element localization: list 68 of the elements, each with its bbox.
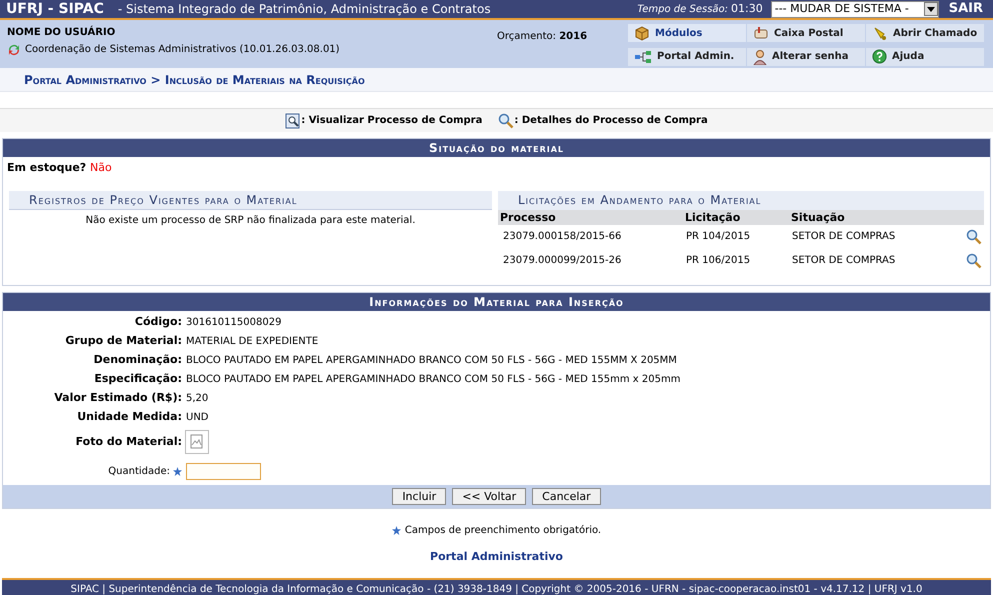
shortcut-button[interactable]: Módulos [628, 24, 746, 42]
user-name: NOME DO USUÁRIO [7, 25, 116, 40]
table-cell-text: SETOR DE COMPRAS [791, 254, 896, 268]
column-header: Licitação [684, 210, 742, 226]
person-icon [753, 48, 767, 64]
magnifier-icon[interactable] [966, 228, 982, 244]
page-breadcrumb: Portal Administrativo > Inclusão de Materiais na Requisição [24, 72, 365, 88]
stock-label: Em estoque? [7, 161, 86, 174]
legend-text: : Detalhes do Processo de Compra [514, 114, 708, 128]
field-label: Código: [134, 314, 182, 330]
refresh-icon [7, 42, 21, 56]
table-cell-text: PR 106/2015 [685, 254, 752, 268]
field-label: Grupo de Material: [64, 333, 182, 350]
shortcut-button[interactable]: Portal Admin. [628, 48, 746, 66]
form-button[interactable]: << Voltar [452, 488, 526, 505]
table-cell-text: PR 104/2015 [685, 230, 752, 244]
field-value: BLOCO PAUTADO EM PAPEL APERGAMINHADO BRANCO COM 50 FLS - 56G - MED 155MM X 205MM [185, 354, 678, 368]
magnifier-icon [498, 112, 514, 128]
panel-header: Registros de Preço Vigentes para o Material [9, 190, 492, 210]
field-label: Valor Estimado (R$): [53, 390, 182, 406]
column-header: Processo [499, 210, 557, 226]
portal-link[interactable]: Portal Administrativo [430, 549, 563, 566]
magnifier-icon[interactable] [966, 252, 982, 268]
form-button[interactable]: Cancelar [532, 488, 601, 505]
section-header: Situação do material [3, 139, 990, 157]
logout-link[interactable]: SAIR [938, 0, 993, 19]
section-header: Informações do Material para Inserção [3, 293, 990, 311]
app-subtitle: - Sistema Integrado de Patrimônio, Administração e Contratos [116, 1, 491, 18]
field-label: Foto do Material: [74, 434, 182, 450]
stock-value: Não [90, 161, 112, 174]
unit-name: Coordenação de Sistemas Administrativos (10.01.26.03.08.01) [25, 43, 340, 57]
form-button[interactable]: Incluir [392, 488, 446, 505]
table-cell-text: 23079.000099/2015-26 [502, 254, 622, 268]
table-cell-text: 23079.000158/2015-66 [502, 230, 622, 244]
shortcut-button[interactable]: Ajuda [866, 48, 984, 66]
system-select[interactable]: --- MUDAR DE SISTEMA - [770, 0, 939, 18]
field-value: 301610115008029 [185, 316, 282, 330]
shortcut-button[interactable]: Abrir Chamado [866, 24, 984, 42]
budget-label: Orçamento: [497, 31, 556, 42]
budget-year: 2016 [559, 31, 588, 42]
column-header: Situação [790, 210, 846, 226]
help-icon [872, 49, 887, 64]
field-value: UND [185, 411, 210, 425]
image-placeholder-icon [185, 430, 209, 454]
quantity-field[interactable] [186, 462, 261, 480]
field-value: 5,20 [185, 392, 210, 406]
mailbox-icon [753, 25, 769, 41]
shortcut-button[interactable]: Alterar senha [747, 48, 865, 66]
footer-text: SIPAC | Superintendência de Tecnologia da Informação e Comunicação - (21) 3938-1849 | Copyright © 2005-2016 - UFRN - sipac-cooperacao.inst01 - v4.17.12 | UFRJ v1.0 [70, 583, 922, 595]
shortcut-button[interactable]: Caixa Postal [747, 24, 865, 42]
field-label: Denominação: [92, 352, 182, 368]
hierarchy-icon [634, 50, 652, 64]
field-label: Unidade Medida: [76, 409, 182, 426]
required-star-icon [392, 526, 401, 535]
field-label: Especificação: [93, 371, 182, 388]
required-note: Campos de preenchimento obrigatório. [404, 524, 602, 538]
empty-message: Não existe um processo de SRP não finalizada para este material. [84, 214, 416, 228]
app-title: UFRJ - SIPAC [5, 0, 104, 18]
session-label: Tempo de Sessão: [637, 2, 728, 16]
document-magnifier-icon [285, 112, 302, 128]
session-time: 01:30 [730, 0, 763, 17]
field-label: Quantidade: [108, 464, 170, 478]
box-icon [634, 25, 650, 41]
field-value: MATERIAL DE EXPEDIENTE [185, 335, 320, 349]
table-cell-text: SETOR DE COMPRAS [791, 230, 896, 244]
legend-text: : Visualizar Processo de Compra [301, 114, 482, 128]
panel-header: Licitações em Andamento para o Material [498, 190, 984, 210]
field-value: BLOCO PAUTADO EM PAPEL APERGAMINHADO BRANCO COM 50 FLS - 56G - MED 155mm x 205mm [185, 373, 682, 387]
